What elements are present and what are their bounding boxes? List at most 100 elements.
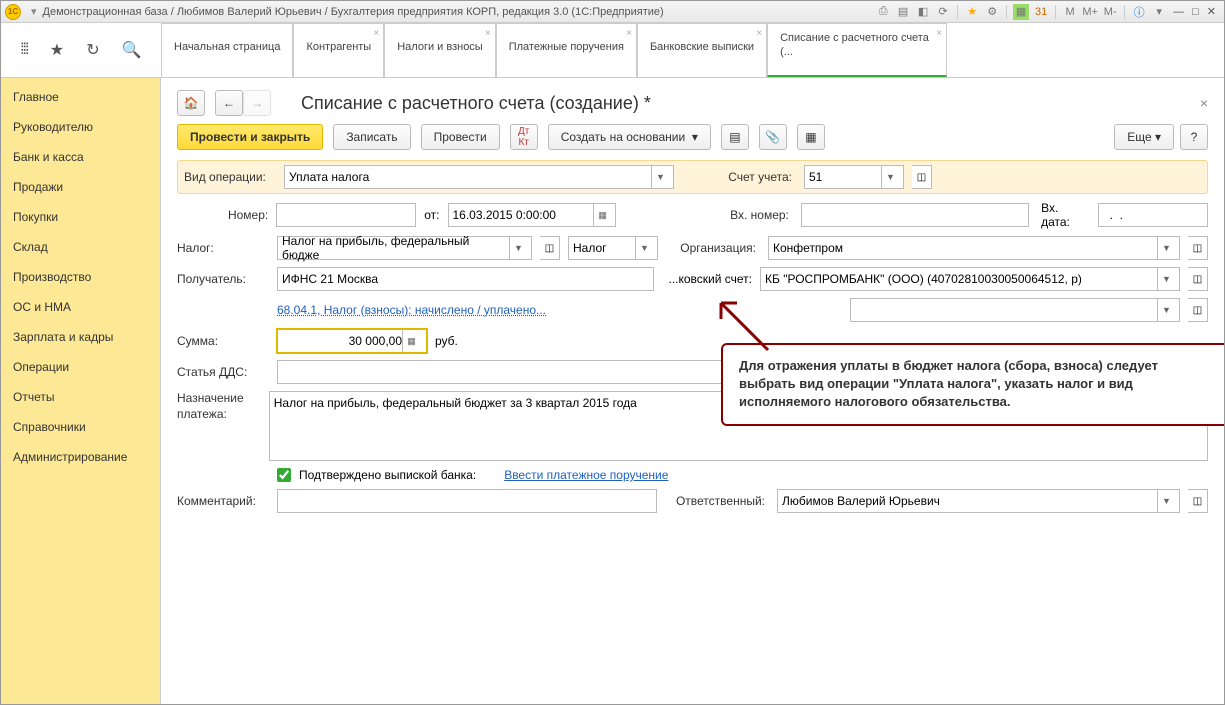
sidebar-item[interactable]: ОС и НМА [1, 292, 160, 322]
sidebar-item[interactable]: Склад [1, 232, 160, 262]
post-button[interactable]: Провести [421, 124, 500, 150]
apps-icon[interactable]: ⁞⁞⁞ [16, 37, 31, 63]
chart-icon[interactable]: ◧ [915, 4, 931, 20]
sidebar-item[interactable]: Отчеты [1, 382, 160, 412]
open-icon[interactable]: ◫ [912, 165, 932, 189]
minimize-button[interactable]: — [1169, 6, 1188, 18]
mminus-icon[interactable]: M- [1102, 4, 1118, 20]
tab-payments[interactable]: Платежные поручения× [496, 23, 637, 77]
in-num-input[interactable] [801, 203, 1029, 227]
comment-input[interactable] [277, 489, 657, 513]
dt-kt-icon[interactable]: ДтКт [510, 124, 538, 150]
tax-type-field[interactable]: Налог▼ [568, 236, 658, 260]
date-input[interactable]: 16.03.2015 0:00:00▦ [448, 203, 617, 227]
chevron-down-icon[interactable]: ▼ [1157, 299, 1175, 321]
chevron-down-icon[interactable]: ▼ [1157, 490, 1175, 512]
extra-field[interactable]: ▼ [850, 298, 1180, 322]
m-icon[interactable]: M [1062, 4, 1078, 20]
tab-start[interactable]: Начальная страница [161, 23, 293, 77]
more-button[interactable]: Еще ▾ [1114, 124, 1174, 150]
sidebar-item[interactable]: Главное [1, 82, 160, 112]
report-icon[interactable]: ▤ [721, 124, 749, 150]
calc-icon[interactable]: ▦ [402, 330, 420, 352]
info-dropdown[interactable]: ▾ [1151, 4, 1167, 20]
open-icon[interactable]: ◫ [1188, 236, 1208, 260]
in-date-input[interactable] [1098, 203, 1208, 227]
sidebar-item[interactable]: Администрирование [1, 442, 160, 472]
doc-icon[interactable]: ▤ [895, 4, 911, 20]
main-content: 🏠 ← → Списание с расчетного счета (созда… [161, 78, 1224, 704]
back-button[interactable]: ← [215, 90, 243, 116]
mplus-icon[interactable]: M+ [1082, 4, 1098, 20]
print-icon[interactable]: ⎙ [875, 4, 891, 20]
forward-button[interactable]: → [243, 90, 271, 116]
resp-label: Ответственный: [665, 494, 765, 508]
page-close-icon[interactable]: × [1200, 95, 1208, 111]
sidebar-item[interactable]: Справочники [1, 412, 160, 442]
post-close-button[interactable]: Провести и закрыть [177, 124, 323, 150]
confirm-checkbox[interactable] [277, 468, 291, 482]
sidebar-item[interactable]: Операции [1, 352, 160, 382]
list-icon[interactable]: ▦ [797, 124, 825, 150]
tax-field[interactable]: Налог на прибыль, федеральный бюдже▼ [277, 236, 532, 260]
fav-icon[interactable]: ★ [46, 36, 68, 64]
close-button[interactable]: ✕ [1203, 5, 1220, 18]
open-icon[interactable]: ◫ [540, 236, 560, 260]
tax-link[interactable]: 68.04.1, Налог (взносы): начислено / упл… [277, 303, 546, 317]
maximize-button[interactable]: □ [1188, 6, 1203, 18]
open-icon[interactable]: ◫ [1188, 298, 1208, 322]
home-button[interactable]: 🏠 [177, 90, 205, 116]
close-icon[interactable]: × [373, 28, 379, 39]
chevron-down-icon[interactable]: ▼ [1157, 268, 1175, 290]
record-button[interactable]: Записать [333, 124, 410, 150]
op-type-label: Вид операции: [184, 170, 276, 184]
refresh-icon[interactable]: ⟳ [935, 4, 951, 20]
calendar-icon[interactable]: 31 [1033, 4, 1049, 20]
close-icon[interactable]: × [756, 28, 762, 39]
close-icon[interactable]: × [936, 28, 942, 40]
calc-icon[interactable]: ▦ [1013, 4, 1029, 20]
account-label: Счет учета: [682, 170, 792, 184]
link-icon[interactable]: ⚙ [984, 4, 1000, 20]
close-icon[interactable]: × [485, 28, 491, 39]
search-icon[interactable]: 🔍 [118, 36, 146, 64]
tab-taxes[interactable]: Налоги и взносы× [384, 23, 496, 77]
sidebar-item[interactable]: Руководителю [1, 112, 160, 142]
chevron-down-icon[interactable]: ▼ [651, 166, 669, 188]
sidebar: Главное Руководителю Банк и касса Продаж… [1, 78, 161, 704]
sum-input[interactable]: 30 000,00▦ [277, 329, 427, 353]
org-field[interactable]: Конфетпром▼ [768, 236, 1180, 260]
create-based-button[interactable]: Создать на основании ▾ [548, 124, 711, 150]
calendar-icon[interactable]: ▦ [593, 204, 611, 226]
titlebar: 1C ▾ Демонстрационная база / Любимов Вал… [1, 1, 1224, 23]
resp-field[interactable]: Любимов Валерий Юрьевич▼ [777, 489, 1180, 513]
bank-acc-field[interactable]: КБ "РОСПРОМБАНК" (ООО) (4070281003005006… [760, 267, 1180, 291]
history-icon[interactable]: ↻ [82, 36, 103, 64]
attach-icon[interactable]: 📎 [759, 124, 787, 150]
chevron-down-icon[interactable]: ▼ [635, 237, 653, 259]
tab-bank[interactable]: Банковские выписки× [637, 23, 767, 77]
op-type-field[interactable]: Уплата налога▼ [284, 165, 674, 189]
close-icon[interactable]: × [626, 28, 632, 39]
sidebar-item[interactable]: Банк и касса [1, 142, 160, 172]
dropdown-icon[interactable]: ▾ [31, 5, 37, 18]
account-field[interactable]: 51▼ [804, 165, 904, 189]
sidebar-item[interactable]: Зарплата и кадры [1, 322, 160, 352]
tab-writeoff[interactable]: Списание с расчетного счета (...× [767, 23, 947, 77]
number-label: Номер: [177, 208, 268, 222]
chevron-down-icon[interactable]: ▼ [881, 166, 899, 188]
chevron-down-icon[interactable]: ▼ [509, 237, 527, 259]
open-icon[interactable]: ◫ [1188, 267, 1208, 291]
chevron-down-icon[interactable]: ▼ [1157, 237, 1175, 259]
help-button[interactable]: ? [1180, 124, 1208, 150]
sidebar-item[interactable]: Покупки [1, 202, 160, 232]
recipient-field[interactable]: ИФНС 21 Москва [277, 267, 654, 291]
sidebar-item[interactable]: Продажи [1, 172, 160, 202]
tab-counterparties[interactable]: Контрагенты× [293, 23, 384, 77]
info-icon[interactable]: ⓘ [1131, 4, 1147, 20]
sidebar-item[interactable]: Производство [1, 262, 160, 292]
star-icon[interactable]: ★ [964, 4, 980, 20]
number-input[interactable] [276, 203, 416, 227]
enter-payment-link[interactable]: Ввести платежное поручение [504, 468, 668, 482]
open-icon[interactable]: ◫ [1188, 489, 1208, 513]
